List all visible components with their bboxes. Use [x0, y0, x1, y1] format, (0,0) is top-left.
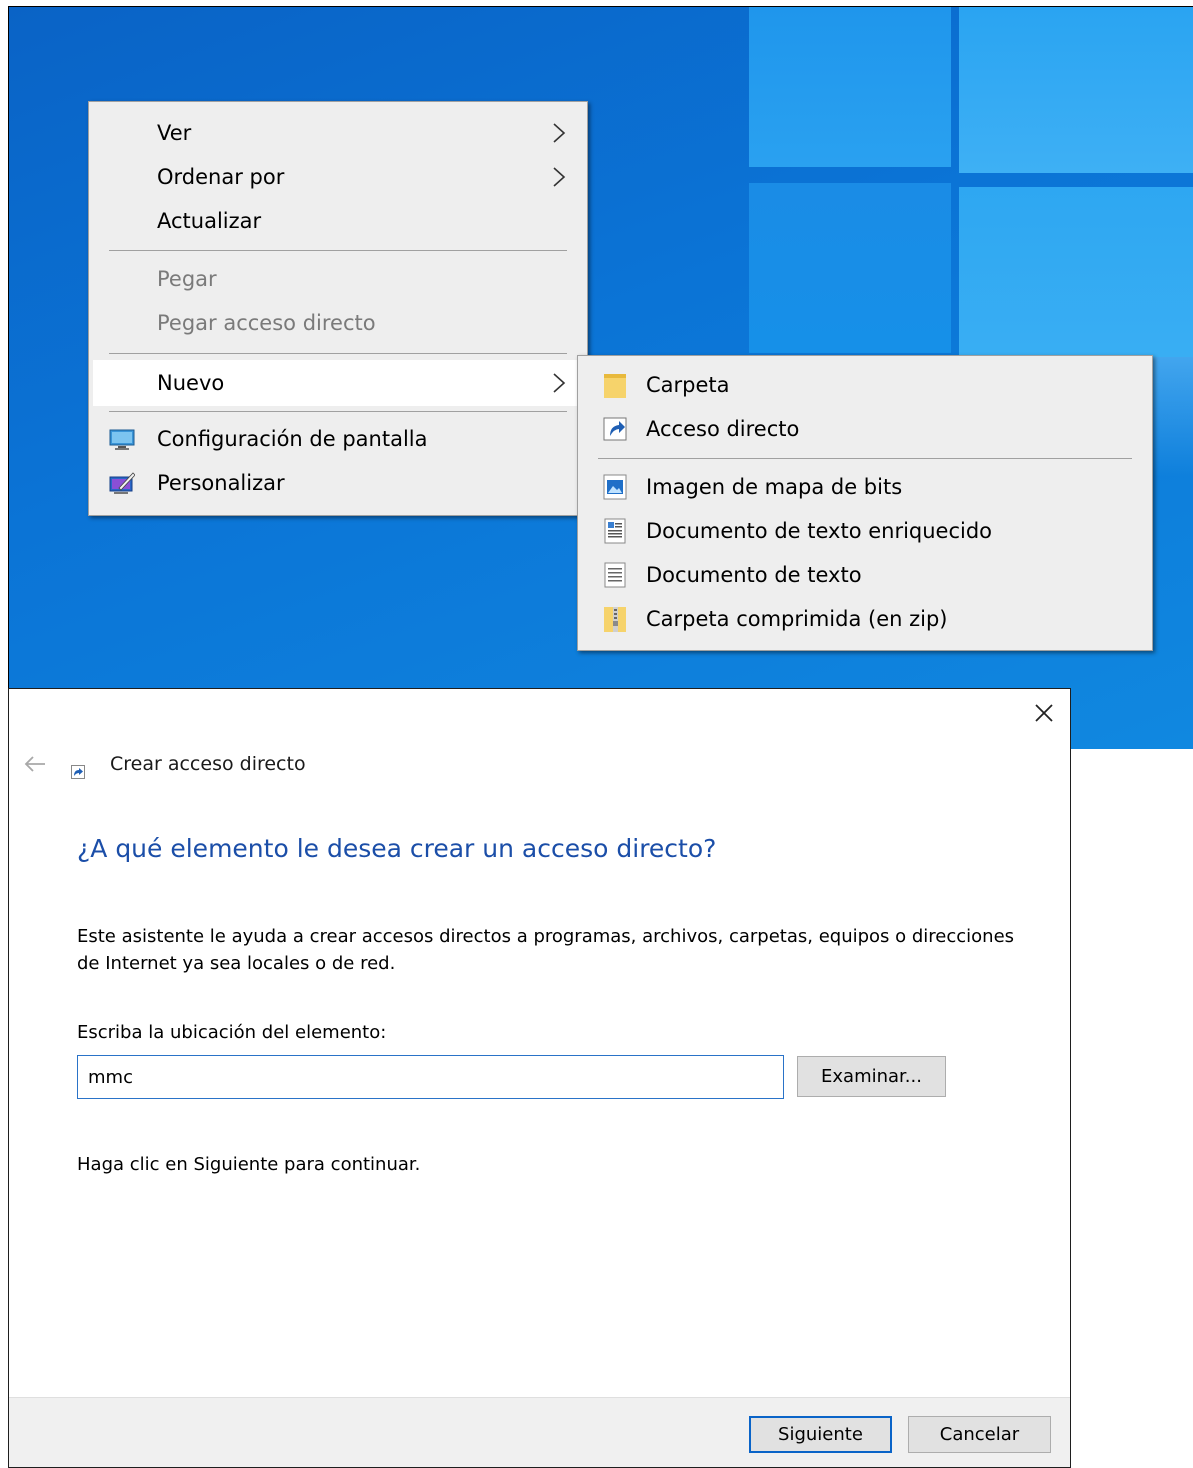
menu-item-label: Nuevo — [157, 371, 225, 395]
menu-item-label: Configuración de pantalla — [157, 427, 428, 451]
menu-separator — [109, 411, 567, 412]
chevron-right-icon — [553, 123, 566, 143]
submenu-item-label: Documento de texto — [646, 563, 862, 587]
bitmap-icon — [603, 474, 627, 500]
menu-item-label: Pegar — [157, 267, 217, 291]
submenu-item-label: Documento de texto enriquecido — [646, 519, 993, 543]
menu-item-label: Ordenar por — [157, 165, 285, 189]
display-settings-icon — [109, 429, 135, 450]
wizard-description: Este asistente le ayuda a crear accesos … — [77, 926, 1015, 974]
zip-folder-icon — [604, 607, 626, 632]
folder-icon — [604, 374, 626, 398]
menu-item-pegar: Pegar — [93, 258, 583, 300]
menu-item-pegar-acceso-directo: Pegar acceso directo — [93, 302, 583, 344]
back-arrow-icon[interactable] — [23, 755, 49, 773]
menu-separator — [109, 353, 567, 354]
next-button[interactable]: Siguiente — [749, 1416, 892, 1453]
cancel-button[interactable]: Cancelar — [908, 1416, 1051, 1453]
location-input[interactable] — [77, 1055, 784, 1099]
continue-hint: Haga clic en Siguiente para continuar. — [77, 1154, 421, 1175]
submenu-item-label: Acceso directo — [646, 417, 800, 441]
location-label: Escriba la ubicación del elemento: — [77, 1022, 387, 1043]
shortcut-icon — [71, 765, 85, 779]
menu-item-configuracion-pantalla[interactable]: Configuración de pantalla — [93, 418, 583, 460]
menu-item-ordenar-por[interactable]: Ordenar por — [93, 156, 583, 198]
submenu-item-imagen-mapa-bits[interactable]: Imagen de mapa de bits — [582, 466, 1148, 508]
submenu-item-carpeta[interactable]: Carpeta — [582, 364, 1148, 406]
menu-item-nuevo[interactable]: Nuevo — [93, 360, 583, 406]
desktop-context-menu: Ver Ordenar por Actualizar Pegar Pegar a… — [88, 101, 588, 516]
wallpaper-pane — [749, 183, 951, 353]
menu-item-label: Ver — [157, 121, 192, 145]
close-icon[interactable] — [1030, 699, 1058, 727]
submenu-item-label: Imagen de mapa de bits — [646, 475, 903, 499]
menu-item-ver[interactable]: Ver — [93, 112, 583, 154]
rich-text-icon — [604, 518, 626, 544]
new-submenu: Carpeta Acceso directo Imagen de mapa de… — [577, 355, 1153, 651]
submenu-item-label: Carpeta — [646, 373, 730, 397]
menu-separator — [598, 458, 1132, 459]
wizard-heading: ¿A qué elemento le desea crear un acceso… — [77, 834, 717, 863]
submenu-item-carpeta-comprimida[interactable]: Carpeta comprimida (en zip) — [582, 598, 1148, 640]
create-shortcut-dialog: Crear acceso directo ¿A qué elemento le … — [8, 688, 1071, 1468]
menu-item-label: Personalizar — [157, 471, 285, 495]
submenu-item-documento-texto-enriquecido[interactable]: Documento de texto enriquecido — [582, 510, 1148, 552]
menu-separator — [109, 250, 567, 251]
wallpaper-pane — [959, 187, 1193, 357]
text-document-icon — [604, 562, 626, 588]
wallpaper-pane — [959, 7, 1193, 173]
browse-button[interactable]: Examinar... — [797, 1056, 946, 1097]
chevron-right-icon — [553, 167, 566, 187]
shortcut-icon — [603, 417, 627, 441]
menu-item-label: Actualizar — [157, 209, 262, 233]
submenu-item-acceso-directo[interactable]: Acceso directo — [582, 408, 1148, 450]
personalize-icon — [109, 472, 135, 494]
submenu-item-label: Carpeta comprimida (en zip) — [646, 607, 948, 631]
chevron-right-icon — [553, 373, 566, 393]
submenu-item-documento-texto[interactable]: Documento de texto — [582, 554, 1148, 596]
menu-item-actualizar[interactable]: Actualizar — [93, 200, 583, 242]
menu-item-personalizar[interactable]: Personalizar — [93, 462, 583, 504]
wizard-title: Crear acceso directo — [110, 753, 306, 775]
wallpaper-pane — [749, 7, 951, 167]
menu-item-label: Pegar acceso directo — [157, 311, 376, 335]
dialog-footer: Siguiente Cancelar — [9, 1397, 1070, 1467]
